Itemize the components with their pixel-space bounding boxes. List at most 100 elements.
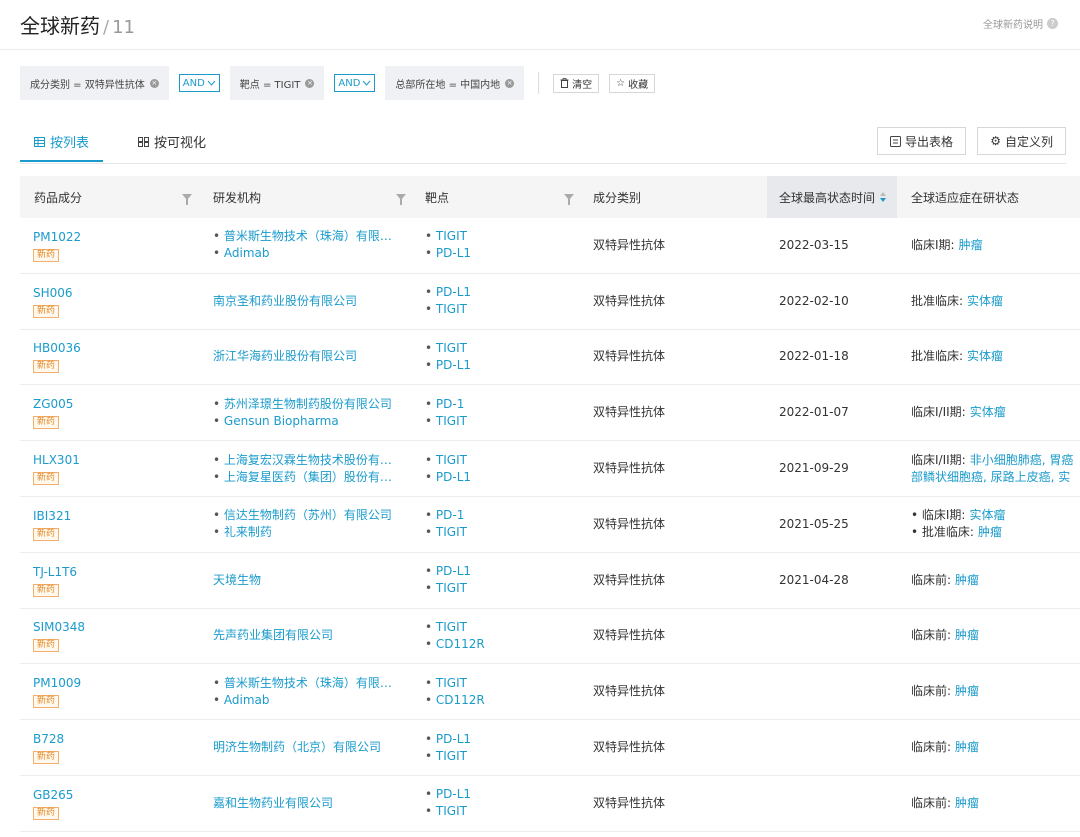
org-link[interactable]: 信达生物制药（苏州）有限公司 (213, 507, 401, 524)
and-operator-select[interactable]: AND (178, 74, 220, 92)
clear-button[interactable]: 清空 (553, 73, 600, 93)
indication-link[interactable]: 肿瘤 (955, 573, 979, 587)
org-link[interactable]: Gensun Biopharma (213, 413, 401, 430)
org-link[interactable]: 南京圣和药业股份有限公司 (213, 293, 401, 310)
table-row[interactable]: PM1009 新药 普米斯生物技术（珠海）有限公司Adimab TIGITCD112R… (20, 664, 1080, 721)
remove-filter-icon[interactable]: × (305, 78, 315, 88)
org-link[interactable]: 普米斯生物技术（珠海）有限公司 (213, 228, 401, 245)
drug-name-link[interactable]: HLX301 (33, 452, 183, 469)
target-link[interactable]: PD-L1 (425, 357, 565, 374)
indication-link[interactable]: 肿瘤 (978, 525, 1002, 539)
table-row[interactable]: HB0036 新药 浙江华海药业股份有限公司 TIGITPD-L1 双特异性抗体 2022… (20, 330, 1080, 386)
target-link[interactable]: TIGIT (425, 748, 565, 765)
table-row[interactable]: GB265 新药 嘉和生物药业有限公司 PD-L1TIGIT 双特异性抗体 临床前:肿瘤 (20, 776, 1080, 832)
indication-link[interactable]: 实体瘤 (967, 349, 1003, 363)
table-row[interactable]: PM1022 新药 普米斯生物技术（珠海）有限公司Adimab TIGITPD-L1 双… (20, 218, 1080, 274)
category-text: 双特异性抗体 (593, 461, 666, 476)
target-link[interactable]: PD-1 (425, 396, 565, 413)
target-link[interactable]: TIGIT (425, 803, 565, 820)
target-link[interactable]: TIGIT (425, 452, 565, 469)
target-link[interactable]: TIGIT (425, 619, 565, 636)
target-link[interactable]: TIGIT (425, 301, 565, 318)
target-link[interactable]: PD-L1 (425, 786, 565, 803)
drug-name-link[interactable]: SH006 (33, 285, 183, 302)
stage-label: 临床前: (911, 572, 952, 587)
org-link[interactable]: 苏州泽璟生物制药股份有限公司 (213, 396, 401, 413)
favorite-button[interactable]: ☆ 收藏 (609, 73, 656, 93)
remove-filter-icon[interactable]: × (149, 78, 159, 88)
drug-name-link[interactable]: TJ-L1T6 (33, 564, 183, 581)
indication-link[interactable]: 部鳞状细胞癌, 尿路上皮癌, 实 (911, 470, 1070, 484)
indication-link[interactable]: 肿瘤 (955, 796, 979, 810)
org-link[interactable]: Adimab (213, 245, 401, 262)
drug-name-link[interactable]: PM1009 (33, 675, 183, 692)
drug-name-link[interactable]: HB0036 (33, 340, 183, 357)
filter-chip-category[interactable]: 成分类别 = 双特异性抗体 × (20, 66, 169, 100)
org-link[interactable]: 上海复宏汉霖生物技术股份有限... (213, 452, 401, 469)
table-row[interactable]: HLX301 新药 上海复宏汉霖生物技术股份有限...上海复星医药（集团）股份有限.… (20, 441, 1080, 497)
drug-name-link[interactable]: IBI321 (33, 508, 183, 525)
help-link[interactable]: 全球新药说明 ? (983, 16, 1058, 31)
col-time-header[interactable]: 全球最高状态时间 (767, 176, 897, 218)
org-link[interactable]: 天境生物 (213, 572, 401, 589)
category-cell: 双特异性抗体 (593, 776, 743, 831)
target-link[interactable]: PD-L1 (425, 731, 565, 748)
target-link[interactable]: CD112R (425, 692, 565, 709)
org-link[interactable]: 先声药业集团有限公司 (213, 627, 401, 644)
col-org-label: 研发机构 (213, 190, 262, 205)
export-table-button[interactable]: 导出表格 (876, 127, 966, 155)
table-row[interactable]: IBI321 新药 信达生物制药（苏州）有限公司礼来制药 PD-1TIGIT 双特异性抗… (20, 497, 1080, 553)
indication-link[interactable]: 肿瘤 (959, 238, 983, 252)
table-row[interactable]: SH006 新药 南京圣和药业股份有限公司 PD-L1TIGIT 双特异性抗体 2022-… (20, 274, 1080, 330)
target-link[interactable]: CD112R (425, 636, 565, 653)
target-link[interactable]: PD-L1 (425, 469, 565, 486)
target-link[interactable]: PD-1 (425, 507, 565, 524)
date-cell: 2022-01-07 (779, 385, 897, 440)
filter-icon[interactable] (182, 176, 192, 218)
filter-chip-target[interactable]: 靶点 = TIGIT × (229, 66, 325, 100)
indication-link[interactable]: 实体瘤 (970, 405, 1006, 419)
drug-name-link[interactable]: GB265 (33, 787, 183, 804)
table-row[interactable]: TJ-L1T6 新药 天境生物 PD-L1TIGIT 双特异性抗体 2021-04-28 临… (20, 553, 1080, 609)
org-link[interactable]: 浙江华海药业股份有限公司 (213, 348, 401, 365)
indication-link[interactable]: 实体瘤 (967, 294, 1003, 308)
indication-link[interactable]: 实体瘤 (969, 508, 1005, 522)
org-link[interactable]: 嘉和生物药业有限公司 (213, 795, 401, 812)
target-link[interactable]: TIGIT (425, 413, 565, 430)
org-link[interactable]: 明济生物制药（北京）有限公司 (213, 739, 401, 756)
indication-link[interactable]: 肿瘤 (955, 684, 979, 698)
category-cell: 双特异性抗体 (593, 385, 743, 440)
target-link[interactable]: TIGIT (425, 228, 565, 245)
org-link[interactable]: Adimab (213, 692, 401, 709)
target-link[interactable]: TIGIT (425, 340, 565, 357)
tab-visualization-label: 按可视化 (154, 136, 207, 151)
target-link[interactable]: TIGIT (425, 675, 565, 692)
org-link[interactable]: 上海复星医药（集团）股份有限... (213, 469, 401, 486)
indication-link[interactable]: 肿瘤 (955, 740, 979, 754)
and-operator-select[interactable]: AND (334, 74, 376, 92)
target-link[interactable]: PD-L1 (425, 284, 565, 301)
table-row[interactable]: ZG005 新药 苏州泽璟生物制药股份有限公司Gensun Biopharma PD-… (20, 385, 1080, 442)
filter-icon[interactable] (396, 176, 406, 218)
table-row[interactable]: SIM0348 新药 先声药业集团有限公司 TIGITCD112R 双特异性抗体 临床前:… (20, 609, 1080, 665)
target-link[interactable]: PD-L1 (425, 563, 565, 580)
indication-link[interactable]: 非小细胞肺癌, 胃癌 (970, 453, 1074, 467)
table-row[interactable]: B728 新药 明济生物制药（北京）有限公司 PD-L1TIGIT 双特异性抗体 临床前:… (20, 720, 1080, 776)
filter-icon[interactable] (564, 176, 574, 218)
custom-columns-button[interactable]: ⚙ 自定义列 (977, 127, 1066, 155)
target-link[interactable]: TIGIT (425, 524, 565, 541)
drug-name-link[interactable]: ZG005 (33, 396, 183, 413)
tab-visualization[interactable]: 按可视化 (138, 132, 206, 151)
target-link[interactable]: PD-L1 (425, 245, 565, 262)
indication-link[interactable]: 肿瘤 (955, 628, 979, 642)
drug-name-link[interactable]: SIM0348 (33, 619, 183, 636)
category-text: 双特异性抗体 (593, 349, 666, 364)
org-link[interactable]: 礼来制药 (213, 524, 401, 541)
drug-name-link[interactable]: B728 (33, 731, 183, 748)
tab-list[interactable]: 按列表 (19, 132, 104, 162)
remove-filter-icon[interactable]: × (505, 78, 515, 88)
target-link[interactable]: TIGIT (425, 580, 565, 597)
drug-name-link[interactable]: PM1022 (33, 229, 183, 246)
org-link[interactable]: 普米斯生物技术（珠海）有限公司 (213, 675, 401, 692)
filter-chip-hq[interactable]: 总部所在地 = 中国内地 × (385, 66, 525, 100)
